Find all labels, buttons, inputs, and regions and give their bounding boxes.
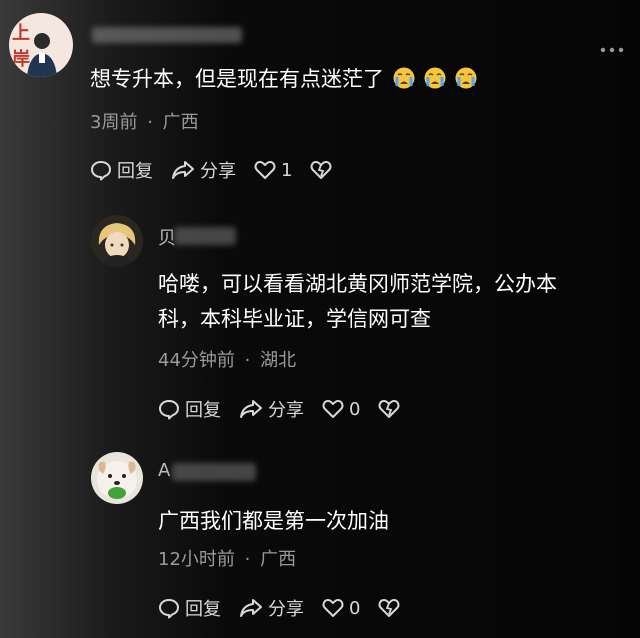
- share-label: 分享: [268, 400, 304, 421]
- reply-avatar[interactable]: [91, 215, 143, 267]
- reply-icon: [159, 599, 179, 619]
- username-blurred: [172, 463, 256, 481]
- dislike-button[interactable]: [310, 160, 337, 180]
- share-label: 分享: [200, 161, 236, 182]
- share-button[interactable]: 分享: [171, 157, 236, 183]
- share-icon: [240, 400, 262, 418]
- username-initial: A: [158, 460, 171, 481]
- share-icon: [172, 161, 194, 179]
- like-button[interactable]: 0: [322, 598, 360, 619]
- broken-heart-icon: [379, 599, 400, 617]
- like-count: 0: [349, 398, 361, 420]
- meta-separator: ·: [147, 112, 153, 133]
- comment-text: 想专升本，但是现在有点迷茫了: [90, 62, 477, 97]
- reply-meta: 12小时前 · 广西: [158, 545, 296, 571]
- avatar-text: 上岸: [12, 23, 48, 70]
- reply-button[interactable]: 回复: [158, 595, 221, 621]
- reply-button[interactable]: 回复: [158, 396, 221, 422]
- comment-time: 3周前: [90, 112, 138, 133]
- dislike-button[interactable]: [378, 399, 405, 419]
- username-blurred: [92, 27, 242, 43]
- reply-time: 44分钟前: [158, 350, 235, 371]
- crying-face-icon: [393, 65, 415, 89]
- heart-icon: [322, 400, 344, 418]
- user-avatar[interactable]: 上岸: [9, 13, 73, 77]
- reply-button[interactable]: 回复: [90, 157, 153, 183]
- reply-text-line: 科，本科毕业证，学信网可查: [158, 307, 431, 331]
- reply-text-line: 哈喽，可以看看湖北黄冈师范学院，公办本: [158, 272, 557, 296]
- reply-location: 湖北: [260, 350, 297, 371]
- comment-body: 想专升本，但是现在有点迷茫了: [90, 67, 384, 91]
- reply-icon: [91, 161, 111, 181]
- like-button[interactable]: 0: [322, 399, 360, 420]
- reply-avatar[interactable]: [91, 452, 143, 504]
- broken-heart-icon: [311, 161, 332, 179]
- reply-time: 12小时前: [158, 549, 235, 570]
- crying-face-icon: [455, 65, 477, 89]
- dislike-button[interactable]: [378, 598, 405, 618]
- meta-separator: ·: [244, 350, 251, 371]
- like-count: 1: [281, 159, 293, 181]
- reply-icon: [159, 400, 179, 420]
- reply-actions: 回复 分享 0: [158, 396, 423, 422]
- reply-label: 回复: [117, 161, 153, 182]
- reply-label: 回复: [185, 599, 221, 620]
- reply-body: 广西我们都是第一次加油: [158, 509, 389, 533]
- heart-icon: [254, 161, 276, 179]
- broken-heart-icon: [379, 400, 400, 418]
- reply-username: A: [158, 460, 170, 481]
- share-label: 分享: [268, 599, 304, 620]
- comment-meta: 3周前 · 广西: [90, 108, 199, 134]
- comment-actions: 回复 分享 1: [90, 157, 355, 183]
- heart-icon: [322, 599, 344, 617]
- comment-location: 广西: [162, 112, 199, 133]
- reply-actions: 回复 分享 0: [158, 595, 423, 621]
- share-icon: [240, 599, 262, 617]
- reply-meta: 44分钟前 · 湖北: [158, 346, 296, 372]
- share-button[interactable]: 分享: [239, 595, 304, 621]
- meta-separator: ·: [244, 549, 251, 570]
- share-button[interactable]: 分享: [239, 396, 304, 422]
- like-button[interactable]: 1: [254, 160, 292, 181]
- crying-face-icon: [424, 65, 446, 89]
- reply-label: 回复: [185, 400, 221, 421]
- reply-text: 广西我们都是第一次加油: [158, 504, 389, 539]
- reply-location: 广西: [260, 549, 297, 570]
- like-count: 0: [349, 597, 361, 619]
- username-blurred: [174, 227, 236, 245]
- reply-text: 哈喽，可以看看湖北黄冈师范学院，公办本 科，本科毕业证，学信网可查: [158, 267, 557, 337]
- more-options-icon[interactable]: [600, 38, 626, 53]
